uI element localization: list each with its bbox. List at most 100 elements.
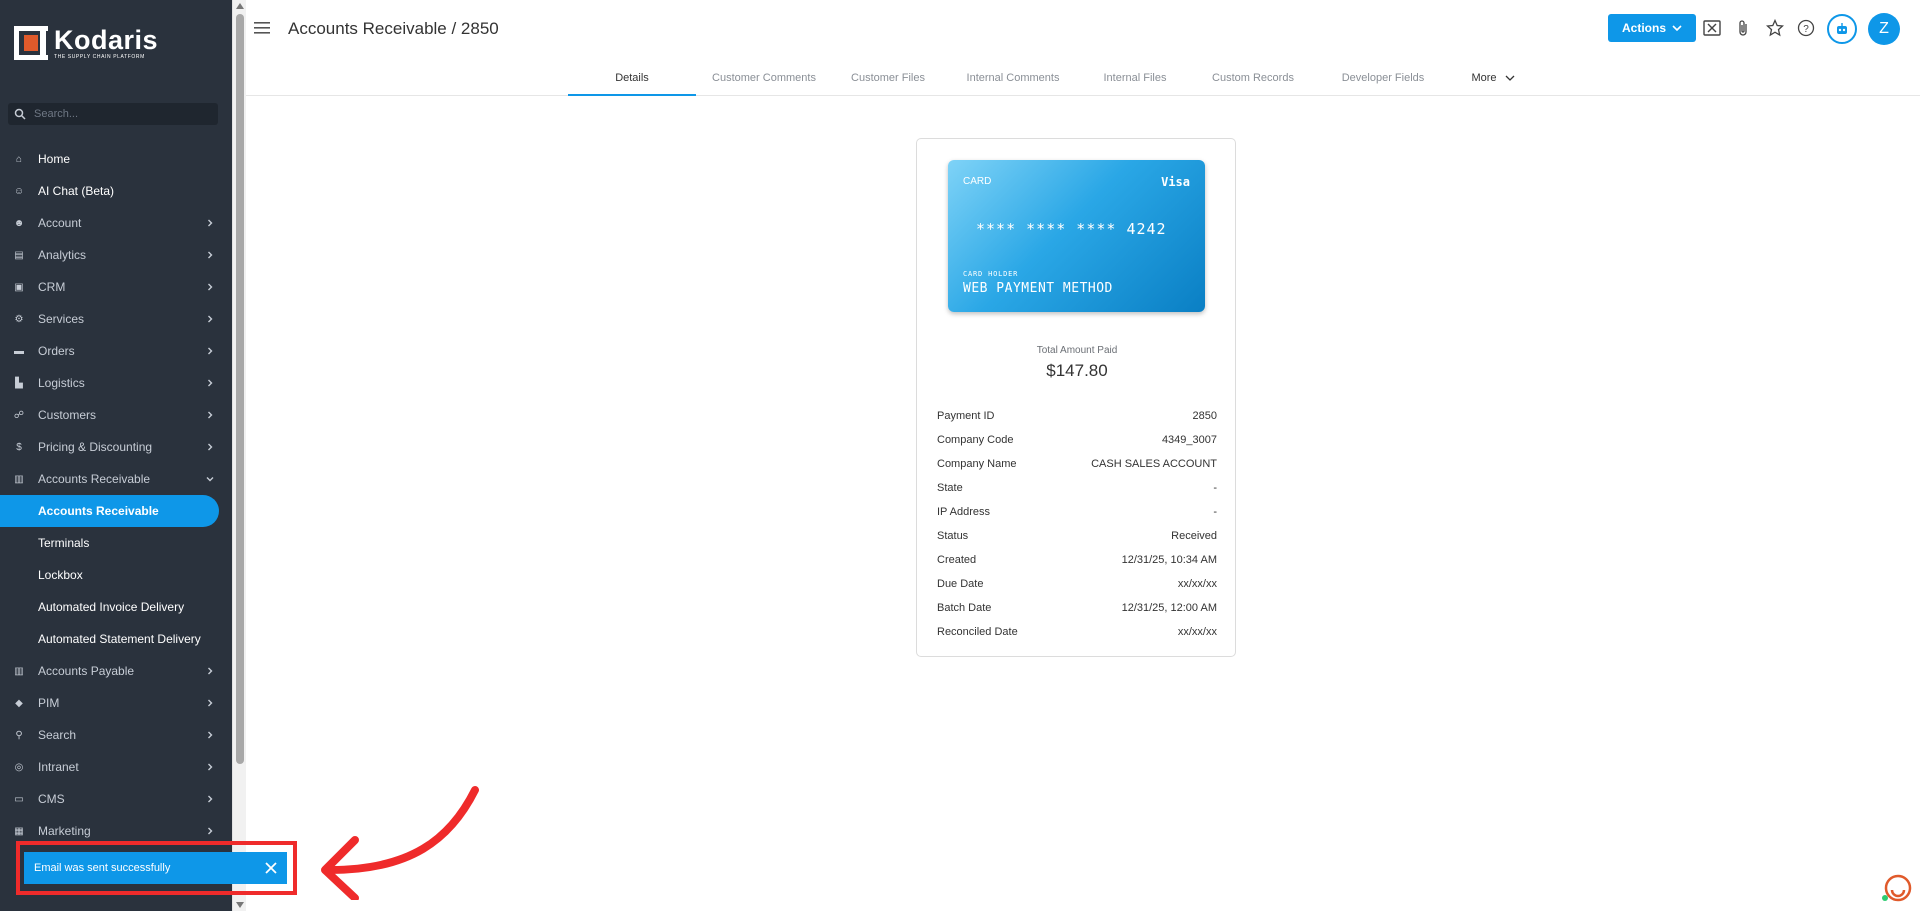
sidebar-subitem-terminals[interactable]: Terminals — [0, 527, 232, 559]
bank-icon: ▥ — [14, 665, 24, 677]
chevron-right-icon — [208, 219, 213, 227]
detail-value: 12/31/25, 10:34 AM — [1121, 554, 1217, 566]
chevron-right-icon — [208, 763, 213, 771]
sidebar-nav: ⌂ Home ☺ AI Chat (Beta) ☻ Account ▤ Analytics ▣ C… — [0, 143, 232, 847]
chevron-right-icon — [208, 283, 213, 291]
tab-label: More — [1471, 71, 1497, 84]
tab-label: Internal Files — [1103, 71, 1167, 84]
tab-developer-fields[interactable]: Developer Fields — [1318, 60, 1448, 95]
chevron-down-icon — [206, 477, 214, 482]
logo-name: Kodaris — [54, 24, 159, 55]
detail-label: Batch Date — [937, 602, 992, 614]
dollar-icon: $ — [16, 441, 22, 453]
page-header: Accounts Receivable / 2850 Actions ? Z D… — [246, 0, 1920, 96]
annotation-arrow-icon — [321, 786, 479, 900]
tab-label: Details — [615, 71, 649, 84]
detail-value: 4349_3007 — [1161, 434, 1217, 446]
user-avatar[interactable]: Z — [1868, 13, 1900, 45]
detail-label: IP Address — [937, 506, 990, 518]
actions-button[interactable]: Actions — [1608, 14, 1696, 42]
chevron-down-icon — [1505, 75, 1514, 81]
sidebar-item-crm[interactable]: ▣ CRM — [0, 271, 232, 303]
tab-more[interactable]: More — [1448, 60, 1538, 95]
sidebar-subitem-accounts-receivable[interactable]: Accounts Receivable — [0, 495, 219, 527]
sidebar-item-pim[interactable]: ◆ PIM — [0, 687, 232, 719]
chat-support-icon[interactable] — [1880, 872, 1912, 904]
sidebar-item-accounts-payable[interactable]: ▥ Accounts Payable — [0, 655, 232, 687]
scroll-up-arrow[interactable] — [236, 3, 244, 9]
sidebar-item-accounts-receivable[interactable]: ▥ Accounts Receivable — [0, 463, 232, 495]
detail-value: Received — [1171, 530, 1217, 542]
detail-label: Company Name — [937, 458, 1017, 470]
detail-row: IP Address - — [937, 500, 1217, 524]
sidebar-item-pricing-discounting[interactable]: $ Pricing & Discounting — [0, 431, 232, 463]
detail-label: Created — [937, 554, 977, 566]
sidebar-item-account[interactable]: ☻ Account — [0, 207, 232, 239]
sidebar-item-intranet[interactable]: ◎ Intranet — [0, 751, 232, 783]
sidebar-search — [8, 103, 218, 125]
sidebar-item-home[interactable]: ⌂ Home — [0, 143, 232, 175]
star-icon[interactable] — [1765, 18, 1785, 38]
help-icon[interactable]: ? — [1796, 18, 1816, 38]
sidebar-scrollbar[interactable] — [232, 0, 246, 911]
sidebar-item-label: Accounts Receivable — [38, 472, 151, 486]
sidebar-item-cms[interactable]: ▭ CMS — [0, 783, 232, 815]
sidebar-search-input[interactable] — [34, 108, 204, 120]
detail-row: State - — [937, 476, 1217, 500]
chevron-right-icon — [208, 251, 213, 259]
chevron-right-icon — [208, 667, 213, 675]
toast-notification: Email was sent successfully — [24, 852, 287, 884]
card-number: **** **** **** 4242 — [976, 220, 1167, 238]
tab-custom-records[interactable]: Custom Records — [1188, 60, 1318, 95]
tab-details[interactable]: Details — [568, 60, 696, 96]
sidebar-item-customers[interactable]: ☍ Customers — [0, 399, 232, 431]
tab-customer-comments[interactable]: Customer Comments — [696, 60, 832, 95]
sidebar-item-ai-chat-beta-[interactable]: ☺ AI Chat (Beta) — [0, 175, 232, 207]
card-holder-label: CARD HOLDER — [963, 270, 1019, 278]
actions-button-label: Actions — [1621, 21, 1666, 35]
kodaris-logo[interactable]: Kodaris THE SUPPLY CHAIN PLATFORM — [14, 26, 158, 60]
detail-row: Due Date xx/xx/xx — [937, 572, 1217, 596]
home-icon: ⌂ — [15, 153, 23, 165]
payment-details-list: Payment ID 2850 Company Code 4349_3007 Compa… — [937, 404, 1217, 644]
sidebar-subitem-lockbox[interactable]: Lockbox — [0, 559, 232, 591]
tab-internal-files[interactable]: Internal Files — [1082, 60, 1188, 95]
detail-row: Company Code 4349_3007 — [937, 428, 1217, 452]
logo-mark-icon — [14, 26, 48, 60]
search-icon: ⚲ — [15, 729, 23, 741]
chevron-right-icon — [208, 379, 213, 387]
detail-value: 12/31/25, 12:00 AM — [1121, 602, 1217, 614]
chevron-right-icon — [208, 347, 213, 355]
tab-label: Customer Files — [851, 71, 925, 84]
ai-assistant-icon[interactable] — [1827, 14, 1857, 44]
sidebar-subitem-automated-statement-delivery[interactable]: Automated Statement Delivery — [0, 623, 232, 655]
sidebar-item-search[interactable]: ⚲ Search — [0, 719, 232, 751]
detail-label: Due Date — [937, 578, 984, 590]
tag-icon: ◆ — [15, 697, 23, 709]
close-window-icon[interactable] — [1702, 18, 1722, 38]
attachment-icon[interactable] — [1733, 18, 1753, 38]
sidebar-subitem-automated-invoice-delivery[interactable]: Automated Invoice Delivery — [0, 591, 232, 623]
tab-internal-comments[interactable]: Internal Comments — [944, 60, 1082, 95]
sidebar-item-services[interactable]: ⚙ Services — [0, 303, 232, 335]
close-icon[interactable] — [265, 862, 277, 874]
scroll-thumb[interactable] — [236, 14, 244, 764]
tab-customer-files[interactable]: Customer Files — [832, 60, 944, 95]
chevron-down-icon — [1672, 25, 1682, 31]
card-brand: Visa — [1161, 175, 1190, 189]
sidebar-item-label: Home — [38, 152, 71, 166]
sidebar-item-logistics[interactable]: ▙ Logistics — [0, 367, 232, 399]
sidebar-item-orders[interactable]: ▬ Orders — [0, 335, 232, 367]
hamburger-menu-icon[interactable] — [254, 21, 270, 35]
sidebar-item-analytics[interactable]: ▤ Analytics — [0, 239, 232, 271]
forklift-icon: ▙ — [15, 377, 23, 389]
chevron-right-icon — [208, 731, 213, 739]
scroll-down-arrow[interactable] — [236, 902, 244, 908]
payment-details-card: CARD Visa **** **** **** 4242 CARD HOLDE… — [916, 138, 1236, 657]
user-icon: ☻ — [13, 217, 25, 229]
detail-value: 2850 — [1192, 410, 1217, 422]
sidebar-item-label: Accounts Payable — [38, 664, 135, 678]
tab-label: Developer Fields — [1341, 71, 1425, 84]
sidebar-item-label: Marketing — [38, 824, 91, 838]
detail-label: Status — [937, 530, 969, 542]
